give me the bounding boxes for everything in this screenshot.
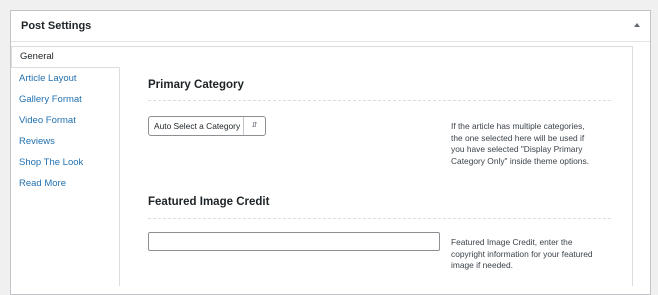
- primary-category-description: If the article has multiple categories, …: [451, 121, 589, 167]
- tab-reviews[interactable]: Reviews: [11, 131, 119, 152]
- tab-video-format[interactable]: Video Format: [11, 110, 119, 131]
- featured-image-credit-heading: Featured Image Credit: [148, 196, 270, 208]
- section-divider: [148, 100, 611, 101]
- description-line: you have selected "Display Primary: [451, 144, 583, 154]
- primary-category-heading: Primary Category: [148, 79, 244, 91]
- description-line: If the article has multiple categories,: [451, 121, 585, 131]
- description-line: image if needed.: [451, 260, 513, 270]
- featured-image-credit-description: Featured Image Credit, enter the copyrig…: [451, 237, 593, 272]
- tab-general[interactable]: General: [11, 46, 120, 68]
- description-line: Featured Image Credit, enter the: [451, 237, 573, 247]
- primary-category-select-value: Auto Select a Category: [154, 121, 241, 131]
- tab-shop-the-look[interactable]: Shop The Look: [11, 152, 119, 173]
- tab-article-layout[interactable]: Article Layout: [11, 68, 119, 89]
- primary-category-select[interactable]: Auto Select a Category ⇵: [148, 116, 266, 136]
- description-line: Category Only" inside theme options.: [451, 155, 589, 166]
- section-divider: [148, 218, 611, 219]
- metabox-header[interactable]: Post Settings: [11, 11, 650, 42]
- metabox-title: Post Settings: [21, 20, 92, 32]
- description-line: copyright information for your featured: [451, 248, 593, 259]
- tab-gallery-format[interactable]: Gallery Format: [11, 89, 119, 110]
- collapse-toggle-icon[interactable]: [634, 23, 640, 27]
- featured-image-credit-input[interactable]: [148, 232, 440, 251]
- tab-read-more[interactable]: Read More: [11, 173, 119, 194]
- settings-tabs: General Article Layout Gallery Format Vi…: [11, 46, 120, 286]
- description-line: the one selected here will be used if: [451, 132, 585, 143]
- up-down-caret-icon: ⇵: [243, 117, 265, 135]
